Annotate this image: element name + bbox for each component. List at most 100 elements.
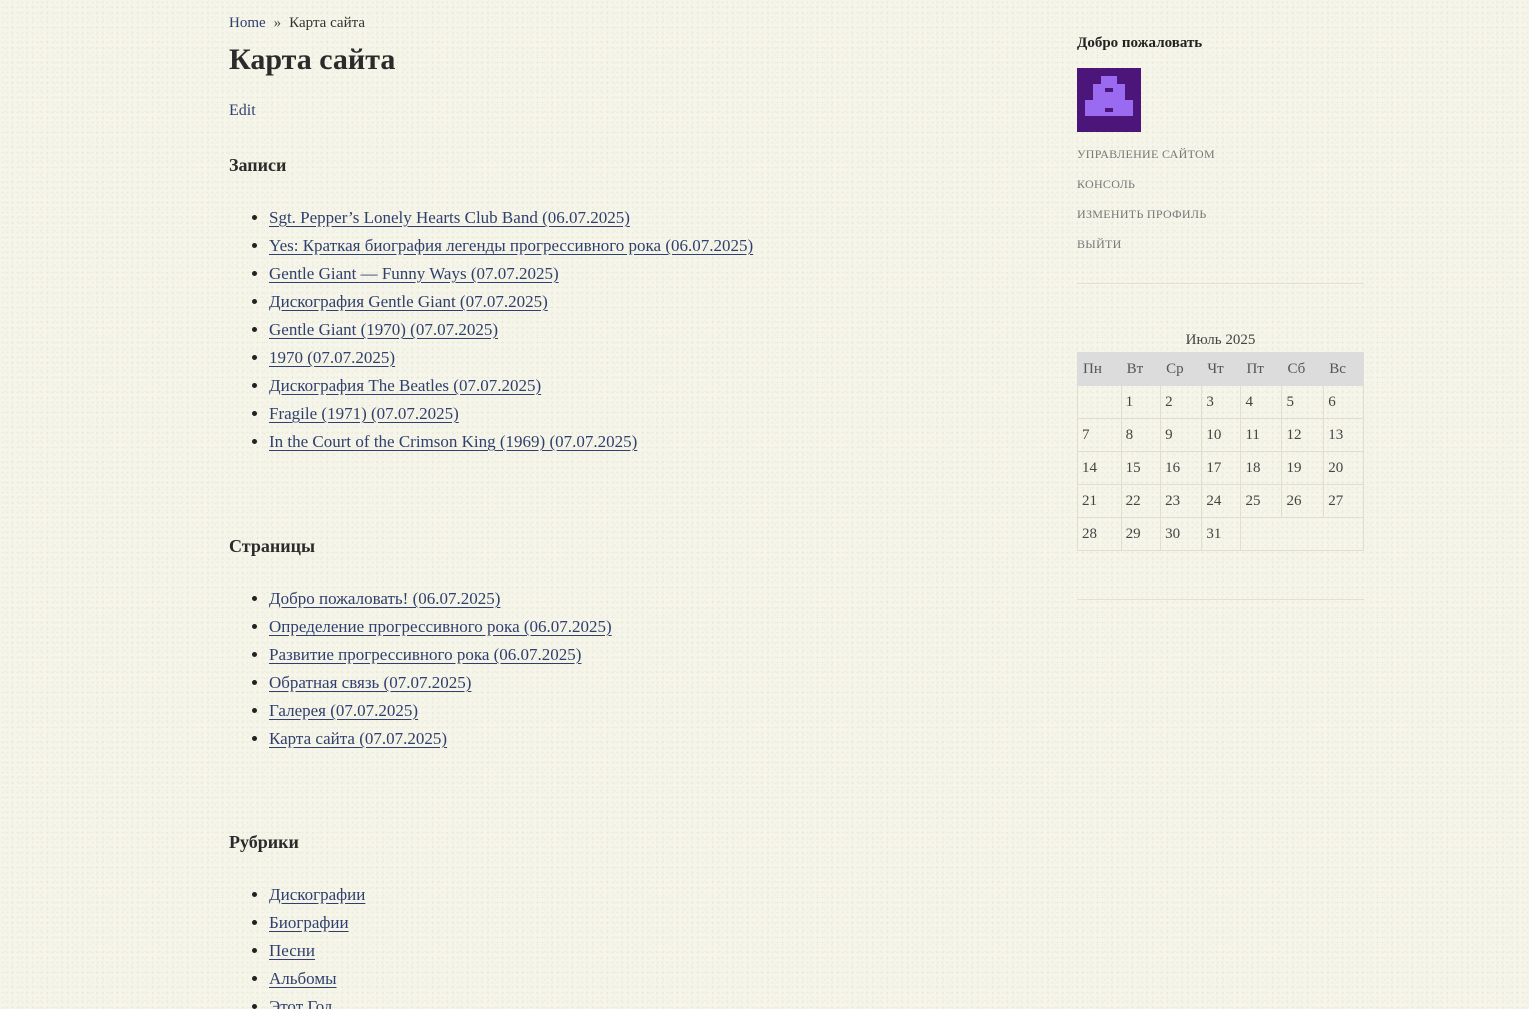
admin-link[interactable]: управление сайтом <box>1077 147 1215 161</box>
post-item: Sgt. Pepper’s Lonely Hearts Club Band (0… <box>269 204 753 232</box>
page-item: Определение прогрессивного рока (06.07.2… <box>269 613 612 641</box>
pages-list: Добро пожаловать! (06.07.2025) Определени… <box>229 585 612 753</box>
category-link[interactable]: Дискографии <box>269 885 365 904</box>
post-item: Gentle Giant — Funny Ways (07.07.2025) <box>269 260 753 288</box>
post-item: 1970 (07.07.2025) <box>269 344 753 372</box>
breadcrumb: Home » Карта сайта <box>229 15 365 32</box>
page-link[interactable]: Галерея (07.07.2025) <box>269 701 418 720</box>
page-link[interactable]: Определение прогрессивного рока (06.07.2… <box>269 617 612 636</box>
posts-heading: Записи <box>229 155 287 175</box>
post-link[interactable]: 1970 (07.07.2025) <box>269 348 395 367</box>
calendar-day: 10 <box>1201 418 1242 452</box>
page-item: Развитие прогрессивного рока (06.07.2025… <box>269 641 612 669</box>
page-link[interactable]: Обратная связь (07.07.2025) <box>269 673 471 692</box>
page-item: Обратная связь (07.07.2025) <box>269 669 612 697</box>
calendar-weekday: Вт <box>1120 352 1162 386</box>
calendar-weekday: Сб <box>1281 352 1325 386</box>
calendar-day: 16 <box>1160 451 1203 485</box>
category-item: Дискографии <box>269 881 365 909</box>
calendar-caption: Июль 2025 <box>1185 332 1256 348</box>
post-item: Fragile (1971) (07.07.2025) <box>269 400 753 428</box>
post-link[interactable]: Sgt. Pepper’s Lonely Hearts Club Band (0… <box>269 208 630 227</box>
calendar-weekday: Ср <box>1160 352 1203 386</box>
post-item: In the Court of the Crimson King (1969) … <box>269 428 753 456</box>
avatar-icon[interactable] <box>1077 68 1141 132</box>
breadcrumb-separator: » <box>273 15 282 31</box>
admin-link[interactable]: изменить профиль <box>1077 207 1207 221</box>
edit-link[interactable]: Edit <box>229 102 256 120</box>
calendar-day: 2 <box>1160 385 1203 419</box>
post-link[interactable]: Gentle Giant (1970) (07.07.2025) <box>269 320 498 339</box>
calendar-week: 7 8 9 10 11 12 13 <box>1077 418 1364 452</box>
calendar-weekday: Вс <box>1323 352 1364 386</box>
calendar-day: 27 <box>1323 484 1364 518</box>
breadcrumb-home-link[interactable]: Home <box>229 15 266 31</box>
calendar-day: 1 <box>1120 385 1162 419</box>
calendar-day: 30 <box>1160 517 1203 551</box>
calendar-day: 31 <box>1201 517 1242 551</box>
category-link[interactable]: Песни <box>269 941 315 960</box>
calendar-empty-cell <box>1240 517 1364 551</box>
category-item: Биографии <box>269 909 365 937</box>
post-link[interactable]: Fragile (1971) (07.07.2025) <box>269 404 459 423</box>
calendar-day: 24 <box>1201 484 1242 518</box>
post-link[interactable]: Yes: Краткая биография легенды прогресси… <box>269 236 753 255</box>
admin-links: управление сайтом консоль изменить профиль… <box>1077 146 1215 266</box>
calendar-day: 29 <box>1120 517 1162 551</box>
post-link[interactable]: Дискография The Beatles (07.07.2025) <box>269 376 541 395</box>
widget-divider <box>1077 283 1364 284</box>
calendar-day: 19 <box>1281 451 1325 485</box>
calendar-week: 21 22 23 24 25 26 27 <box>1077 484 1364 518</box>
admin-link[interactable]: выйти <box>1077 237 1122 251</box>
category-link[interactable]: Биографии <box>269 913 349 932</box>
page-link[interactable]: Развитие прогрессивного рока (06.07.2025… <box>269 645 581 664</box>
post-link[interactable]: Дискография Gentle Giant (07.07.2025) <box>269 292 548 311</box>
calendar-day: 8 <box>1120 418 1162 452</box>
calendar-day: 5 <box>1281 385 1325 419</box>
post-item: Gentle Giant (1970) (07.07.2025) <box>269 316 753 344</box>
category-link[interactable]: Этот Год <box>269 997 332 1009</box>
post-item: Yes: Краткая биография легенды прогресси… <box>269 232 753 260</box>
admin-link-item: изменить профиль <box>1077 206 1215 236</box>
calendar-day: 11 <box>1240 418 1283 452</box>
calendar-day: 7 <box>1077 418 1122 452</box>
pages-heading: Страницы <box>229 536 316 556</box>
category-link[interactable]: Альбомы <box>269 969 337 988</box>
page-item: Карта сайта (07.07.2025) <box>269 725 612 753</box>
breadcrumb-current: Карта сайта <box>289 15 366 31</box>
calendar-day: 9 <box>1160 418 1203 452</box>
categories-list: Дискографии Биографии Песни Альбомы Этот Год <box>229 881 365 1009</box>
calendar-day: 14 <box>1077 451 1122 485</box>
page-link[interactable]: Добро пожаловать! (06.07.2025) <box>269 589 500 608</box>
calendar-day: 3 <box>1201 385 1242 419</box>
category-item: Этот Год <box>269 993 365 1009</box>
calendar-day: 15 <box>1120 451 1162 485</box>
post-link[interactable]: In the Court of the Crimson King (1969) … <box>269 432 637 451</box>
calendar-week: 28 29 30 31 <box>1077 517 1364 551</box>
posts-list: Sgt. Pepper’s Lonely Hearts Club Band (0… <box>229 204 753 456</box>
calendar-weekday: Пт <box>1240 352 1283 386</box>
admin-link[interactable]: консоль <box>1077 177 1135 191</box>
admin-link-item: выйти <box>1077 236 1215 266</box>
calendar-day: 6 <box>1323 385 1364 419</box>
admin-link-item: консоль <box>1077 176 1215 206</box>
calendar-week: 123456 <box>1077 385 1364 419</box>
welcome-widget-title: Добро пожаловать <box>1077 35 1203 51</box>
calendar-day: 17 <box>1201 451 1242 485</box>
calendar-day: 23 <box>1160 484 1203 518</box>
calendar-day: 12 <box>1281 418 1325 452</box>
page-link[interactable]: Карта сайта (07.07.2025) <box>269 729 447 748</box>
post-item: Дискография Gentle Giant (07.07.2025) <box>269 288 753 316</box>
category-item: Песни <box>269 937 365 965</box>
calendar-day: 26 <box>1281 484 1325 518</box>
page-item: Добро пожаловать! (06.07.2025) <box>269 585 612 613</box>
calendar-day: 28 <box>1077 517 1122 551</box>
widget-divider-bottom <box>1077 599 1364 600</box>
post-link[interactable]: Gentle Giant — Funny Ways (07.07.2025) <box>269 264 559 283</box>
calendar-day: 21 <box>1077 484 1122 518</box>
calendar-day: 13 <box>1323 418 1364 452</box>
calendar-day: 4 <box>1240 385 1283 419</box>
calendar-day: 25 <box>1240 484 1283 518</box>
calendar-weekday: Пн <box>1077 352 1122 386</box>
category-item: Альбомы <box>269 965 365 993</box>
